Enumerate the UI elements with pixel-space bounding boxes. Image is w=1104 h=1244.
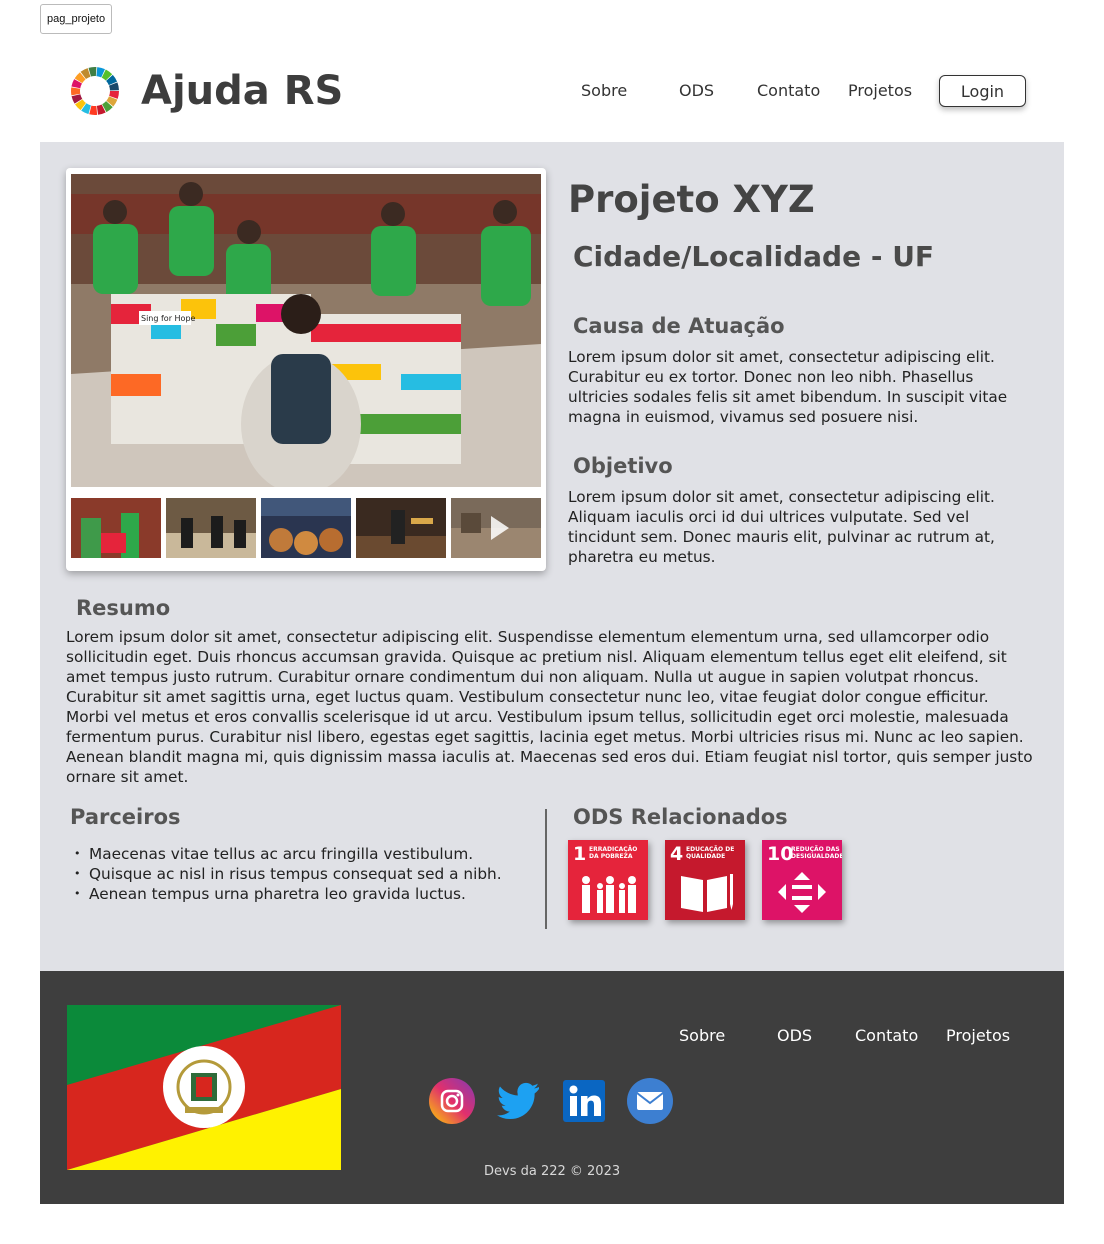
login-button[interactable]: Login — [939, 75, 1026, 107]
ods-card-4[interactable]: 4 EDUCAÇÃO DE QUALIDADE — [665, 840, 745, 920]
ods-card-1[interactable]: 1 ERRADICAÇÃO DA POBREZA — [568, 840, 648, 920]
linkedin-icon[interactable] — [561, 1078, 607, 1124]
instagram-icon[interactable] — [429, 1078, 475, 1124]
reduced-inequalities-icon — [778, 872, 826, 913]
project-main: Sing for Hope Projeto XYZ Cidade/Localid… — [40, 142, 1064, 971]
ods-number: 1 — [573, 843, 587, 865]
nav-link-sobre[interactable]: Sobre — [581, 80, 627, 102]
email-icon[interactable] — [627, 1078, 673, 1124]
ods-number: 4 — [670, 843, 684, 865]
thumbnail-1[interactable] — [71, 498, 161, 558]
project-location: Cidade/Localidade - UF — [573, 240, 935, 273]
footer-link-ods[interactable]: ODS — [777, 1026, 812, 1045]
footer-link-contato[interactable]: Contato — [855, 1026, 918, 1045]
ods-card-10[interactable]: 10 REDUÇÃO DAS DESIGUALDADES — [762, 840, 842, 920]
book-pencil-icon — [681, 874, 733, 912]
footer-link-sobre[interactable]: Sobre — [679, 1026, 725, 1045]
photo-caption: Sing for Hope — [141, 314, 196, 323]
summary-text: Lorem ipsum dolor sit amet, consectetur … — [66, 628, 1033, 786]
main-project-photo[interactable]: Sing for Hope — [71, 174, 541, 487]
project-title: Projeto XYZ — [568, 178, 815, 221]
nav-link-projetos[interactable]: Projetos — [848, 80, 912, 102]
site-footer: Sobre ODS Contato Projetos Devs da 222 ©… — [40, 971, 1064, 1204]
ods-label: ERRADICAÇÃO DA POBREZA — [589, 846, 638, 860]
partners-list: Maecenas vitae tellus ac arcu fringilla … — [74, 844, 502, 904]
partner-item: Aenean tempus urna pharetra leo gravida … — [74, 884, 502, 904]
thumbnail-5-video[interactable] — [451, 498, 541, 558]
nav-link-contato[interactable]: Contato — [757, 80, 820, 102]
brand-name[interactable]: Ajuda RS — [141, 66, 343, 116]
sdg-wheel-logo-icon[interactable] — [70, 66, 120, 116]
ods-label: EDUCAÇÃO DE QUALIDADE — [686, 846, 735, 860]
twitter-icon[interactable] — [495, 1078, 541, 1124]
objective-text: Lorem ipsum dolor sit amet, consectetur … — [568, 488, 995, 566]
site-header: Ajuda RS Sobre ODS Contato Projetos Logi… — [40, 40, 1064, 142]
summary-heading: Resumo — [76, 596, 171, 620]
photo-gallery: Sing for Hope — [66, 168, 546, 571]
cause-text: Lorem ipsum dolor sit amet, consectetur … — [568, 348, 1008, 426]
rs-flag-image — [67, 1005, 341, 1170]
partner-item: Quisque ac nisl in risus tempus consequa… — [74, 864, 502, 884]
frame-label: pag_projeto — [40, 4, 113, 34]
ods-label: REDUÇÃO DAS DESIGUALDADES — [791, 846, 842, 860]
partner-item: Maecenas vitae tellus ac arcu fringilla … — [74, 844, 502, 864]
copyright-text: Devs da 222 © 2023 — [484, 1164, 621, 1179]
partners-heading: Parceiros — [70, 805, 181, 829]
objective-heading: Objetivo — [573, 454, 673, 478]
thumbnail-3[interactable] — [261, 498, 351, 558]
ods-number: 10 — [767, 843, 794, 865]
footer-link-projetos[interactable]: Projetos — [946, 1026, 1010, 1045]
thumbnail-2[interactable] — [166, 498, 256, 558]
thumbnail-4[interactable] — [356, 498, 446, 558]
cause-heading: Causa de Atuação — [573, 314, 785, 338]
section-divider — [545, 809, 547, 929]
nav-link-ods[interactable]: ODS — [679, 80, 714, 102]
family-icon — [582, 876, 636, 913]
ods-heading: ODS Relacionados — [573, 805, 788, 829]
